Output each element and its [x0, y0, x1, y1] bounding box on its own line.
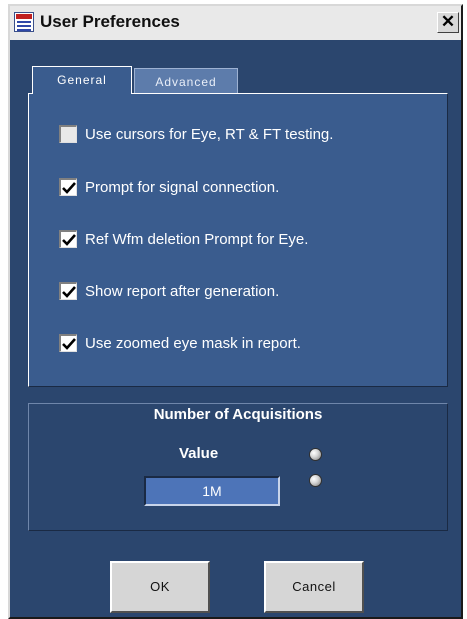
checkmark-icon	[62, 338, 76, 350]
option-label: Show report after generation.	[85, 283, 280, 300]
checkbox-prompt-signal-connection[interactable]	[59, 178, 77, 196]
adjust-knob-icon[interactable]	[309, 448, 322, 461]
checkmark-icon	[62, 286, 76, 298]
option-label: Prompt for signal connection.	[85, 179, 280, 196]
option-label: Use zoomed eye mask in report.	[85, 335, 301, 352]
general-panel: Use cursors for Eye, RT & FT testing. Pr…	[28, 93, 448, 387]
user-preferences-dialog: User Preferences ✕ General Advanced Use …	[8, 4, 463, 619]
dialog-body: General Advanced Use cursors for Eye, RT…	[10, 40, 461, 617]
acquisitions-group: Number of Acquisitions Value 1M	[28, 403, 448, 531]
option-label: Ref Wfm deletion Prompt for Eye.	[85, 231, 309, 248]
checkmark-icon	[62, 234, 76, 246]
cancel-button[interactable]: Cancel	[264, 561, 364, 613]
tab-general[interactable]: General	[32, 66, 132, 94]
close-icon[interactable]: ✕	[437, 12, 459, 33]
dialog-title: User Preferences	[40, 12, 180, 31]
option-label: Use cursors for Eye, RT & FT testing.	[85, 126, 334, 143]
title-bar[interactable]: User Preferences ✕	[10, 6, 461, 40]
checkbox-ref-wfm-deletion[interactable]	[59, 230, 77, 248]
checkbox-show-report[interactable]	[59, 282, 77, 300]
adjust-knob-icon[interactable]	[309, 474, 322, 487]
value-label: Value	[179, 445, 219, 462]
checkbox-use-cursors[interactable]	[59, 125, 77, 143]
checkbox-zoomed-eye-mask[interactable]	[59, 334, 77, 352]
checkmark-icon	[62, 182, 76, 194]
ok-button[interactable]: OK	[110, 561, 210, 613]
tab-advanced[interactable]: Advanced	[134, 68, 238, 94]
acquisitions-title: Number of Acquisitions	[153, 406, 323, 423]
acquisitions-value-field[interactable]: 1M	[144, 476, 280, 506]
app-icon	[14, 12, 34, 32]
